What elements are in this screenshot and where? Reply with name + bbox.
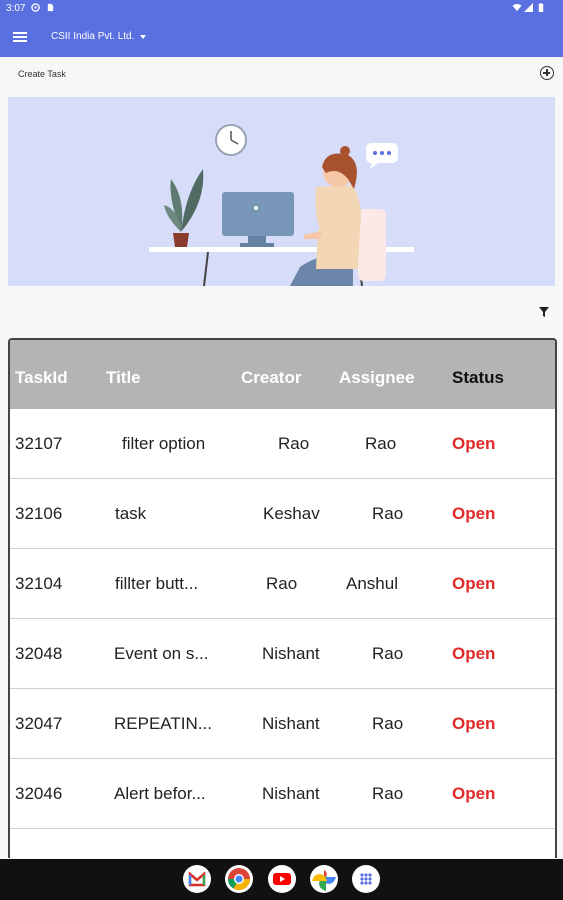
status-bar: 3:07 <box>0 0 563 17</box>
youtube-icon[interactable] <box>268 865 296 893</box>
battery-icon <box>538 3 544 12</box>
cell-creator: Rao <box>266 574 298 593</box>
status-time: 3:07 <box>6 3 26 14</box>
table-row[interactable]: 32107 filter option Rao Rao Open <box>10 409 555 479</box>
cell-taskid: 32046 <box>15 784 63 803</box>
status-badge: Open <box>452 784 496 803</box>
cell-title: fillter butt... <box>115 574 199 593</box>
table-row[interactable]: 32048 Event on s... Nishant Rao Open <box>10 619 555 689</box>
table-row[interactable]: 32046 Alert befor... Nishant Rao Open <box>10 759 555 829</box>
menu-icon[interactable] <box>13 32 27 43</box>
signal-icon <box>524 3 533 12</box>
cell-assignee: Rao <box>372 504 404 523</box>
table-row[interactable]: 32047 REPEATIN... Nishant Rao Open <box>10 689 555 759</box>
app-drawer-icon[interactable] <box>352 865 380 893</box>
status-badge: Open <box>452 574 496 593</box>
chevron-down-icon <box>140 34 147 39</box>
company-selector[interactable]: CSII India Pvt. Ltd. <box>51 31 147 42</box>
sim-card-icon <box>47 3 54 12</box>
cell-taskid: 32104 <box>15 574 63 593</box>
cell-title: REPEATIN... <box>114 714 212 733</box>
header-creator: Creator <box>241 368 302 387</box>
task-table: TaskId Title Creator Assignee Status 321… <box>8 338 557 858</box>
table-row[interactable] <box>10 829 555 858</box>
photos-icon[interactable] <box>310 865 338 893</box>
cell-creator: Nishant <box>262 784 320 803</box>
status-badge: Open <box>452 504 496 523</box>
cell-creator: Nishant <box>262 714 320 733</box>
chrome-icon[interactable] <box>225 865 253 893</box>
table-row[interactable]: 32106 task Keshav Rao Open <box>10 479 555 549</box>
header-status: Status <box>452 368 504 387</box>
cell-title: filter option <box>122 434 206 453</box>
banner-illustration <box>8 97 555 287</box>
create-task-row: Create Task <box>0 57 563 95</box>
cell-creator: Keshav <box>263 504 320 523</box>
cell-taskid: 32106 <box>15 504 63 523</box>
cell-assignee: Rao <box>372 714 404 733</box>
company-name: CSII India Pvt. Ltd. <box>51 31 135 42</box>
cell-assignee: Rao <box>372 784 404 803</box>
settings-icon <box>31 3 40 12</box>
status-badge: Open <box>452 644 496 663</box>
filter-icon[interactable] <box>538 306 550 318</box>
cell-assignee: Rao <box>372 644 404 663</box>
header-assignee: Assignee <box>339 368 415 387</box>
header-title: Title <box>106 368 141 387</box>
cell-assignee: Rao <box>365 434 397 453</box>
cell-taskid: 32048 <box>15 644 63 663</box>
wifi-icon <box>512 3 522 12</box>
gmail-icon[interactable] <box>183 865 211 893</box>
app-bar: CSII India Pvt. Ltd. <box>0 17 563 57</box>
status-badge: Open <box>452 434 496 453</box>
navigation-bar <box>0 859 563 900</box>
cell-assignee: Anshul <box>346 574 398 593</box>
cell-title: Alert befor... <box>114 784 206 803</box>
cell-title: task <box>115 504 147 523</box>
table-header: TaskId Title Creator Assignee Status <box>10 340 555 409</box>
cell-title: Event on s... <box>114 644 209 663</box>
create-task-label: Create Task <box>18 69 66 79</box>
add-task-icon[interactable] <box>540 66 554 80</box>
table-row[interactable]: 32104 fillter butt... Rao Anshul Open <box>10 549 555 619</box>
cell-creator: Rao <box>278 434 310 453</box>
office-illustration <box>149 124 414 287</box>
header-taskid: TaskId <box>15 368 68 387</box>
cell-taskid: 32107 <box>15 434 63 453</box>
cell-creator: Nishant <box>262 644 320 663</box>
status-badge: Open <box>452 714 496 733</box>
cell-taskid: 32047 <box>15 714 63 733</box>
